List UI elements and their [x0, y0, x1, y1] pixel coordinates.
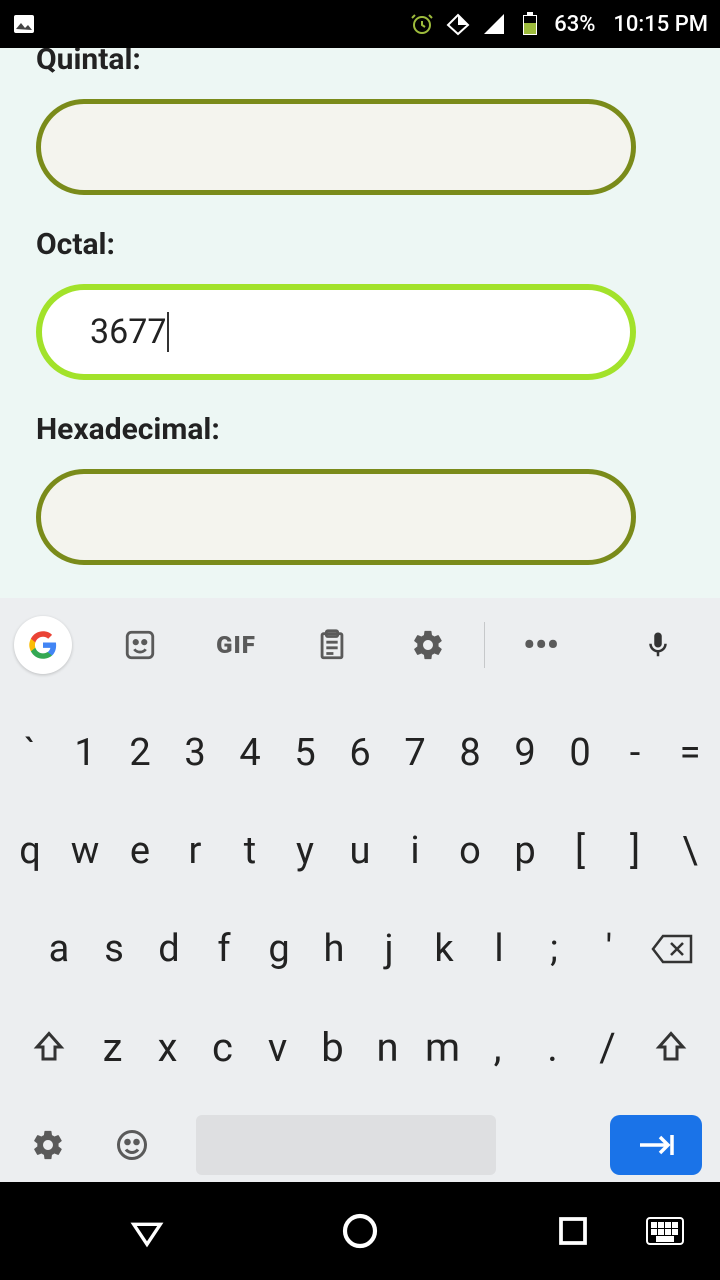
enter-key[interactable] — [610, 1115, 702, 1175]
key-h[interactable]: h — [307, 904, 362, 994]
text-caret — [167, 312, 169, 352]
key-backtick[interactable]: ` — [3, 708, 58, 798]
key-9[interactable]: 9 — [498, 708, 553, 798]
hex-input[interactable] — [36, 469, 636, 565]
navigation-bar — [0, 1182, 720, 1280]
octal-value: 3677 — [90, 312, 166, 352]
key-4[interactable]: 4 — [223, 708, 278, 798]
sticker-icon[interactable] — [92, 613, 188, 677]
key-d[interactable]: d — [142, 904, 197, 994]
octal-input[interactable]: 3677 — [36, 284, 636, 380]
key-3[interactable]: 3 — [168, 708, 223, 798]
key-semicolon[interactable]: ; — [527, 904, 582, 994]
key-b[interactable]: b — [305, 1002, 360, 1092]
recent-button[interactable] — [548, 1206, 598, 1256]
keyboard-row-3: a s d f g h j k l ; ' — [0, 900, 720, 998]
key-o[interactable]: o — [443, 806, 498, 896]
key-minus[interactable]: - — [608, 708, 663, 798]
keyboard-toolbar: GIF ••• — [0, 598, 720, 692]
status-bar: 63% 10:15 PM — [0, 0, 720, 48]
gif-button[interactable]: GIF — [188, 613, 284, 677]
back-button[interactable] — [122, 1206, 172, 1256]
keyboard-settings-icon[interactable] — [18, 1100, 78, 1190]
key-k[interactable]: k — [417, 904, 472, 994]
key-n[interactable]: n — [360, 1002, 415, 1092]
key-s[interactable]: s — [87, 904, 142, 994]
image-icon — [12, 12, 36, 36]
key-l[interactable]: l — [472, 904, 527, 994]
mic-icon[interactable] — [610, 613, 706, 677]
signal-icon — [482, 12, 506, 36]
battery-text: 63% — [554, 12, 595, 37]
hex-label: Hexadecimal: — [36, 412, 684, 447]
settings-icon[interactable] — [380, 613, 476, 677]
key-z[interactable]: z — [85, 1002, 140, 1092]
emoji-icon[interactable] — [102, 1100, 162, 1190]
keyboard: GIF ••• ` 1 2 3 4 5 6 7 8 9 0 - = — [0, 598, 720, 1182]
keyboard-row-4: z x c v b n m , . / — [0, 998, 720, 1096]
key-q[interactable]: q — [3, 806, 58, 896]
keyboard-switch-icon[interactable] — [640, 1206, 690, 1256]
toolbar-separator — [484, 622, 485, 668]
key-v[interactable]: v — [250, 1002, 305, 1092]
clipboard-icon[interactable] — [284, 613, 380, 677]
key-e[interactable]: e — [113, 806, 168, 896]
clock-text: 10:15 PM — [613, 12, 708, 37]
backspace-key[interactable] — [637, 904, 709, 994]
key-x[interactable]: x — [140, 1002, 195, 1092]
key-r[interactable]: r — [168, 806, 223, 896]
octal-label: Octal: — [36, 227, 684, 262]
key-equals[interactable]: = — [663, 708, 718, 798]
key-m[interactable]: m — [415, 1002, 470, 1092]
keyboard-row-2: q w e r t y u i o p [ ] \ — [0, 802, 720, 900]
key-bracket-left[interactable]: [ — [553, 806, 608, 896]
key-period[interactable]: . — [525, 1002, 580, 1092]
key-5[interactable]: 5 — [278, 708, 333, 798]
more-icon[interactable]: ••• — [493, 613, 589, 677]
alarm-icon — [410, 12, 434, 36]
key-u[interactable]: u — [333, 806, 388, 896]
key-quote[interactable]: ' — [582, 904, 637, 994]
key-backslash[interactable]: \ — [663, 806, 718, 896]
battery-icon — [518, 12, 542, 36]
key-f[interactable]: f — [197, 904, 252, 994]
key-1[interactable]: 1 — [58, 708, 113, 798]
key-g[interactable]: g — [252, 904, 307, 994]
key-bracket-right[interactable]: ] — [608, 806, 663, 896]
key-j[interactable]: j — [362, 904, 417, 994]
key-c[interactable]: c — [195, 1002, 250, 1092]
key-w[interactable]: w — [58, 806, 113, 896]
home-button[interactable] — [335, 1206, 385, 1256]
key-p[interactable]: p — [498, 806, 553, 896]
shift-key-right[interactable] — [635, 1002, 707, 1092]
key-0[interactable]: 0 — [553, 708, 608, 798]
keyboard-bottom-row — [0, 1096, 720, 1194]
keyboard-row-1: ` 1 2 3 4 5 6 7 8 9 0 - = — [0, 704, 720, 802]
wifi-icon — [446, 12, 470, 36]
key-2[interactable]: 2 — [113, 708, 168, 798]
key-6[interactable]: 6 — [333, 708, 388, 798]
key-i[interactable]: i — [388, 806, 443, 896]
shift-key-left[interactable] — [13, 1002, 85, 1092]
key-slash[interactable]: / — [580, 1002, 635, 1092]
quintal-label: Quintal: — [36, 48, 684, 77]
quintal-input[interactable] — [36, 99, 636, 195]
key-comma[interactable]: , — [470, 1002, 525, 1092]
spacebar[interactable] — [196, 1115, 496, 1175]
key-y[interactable]: y — [278, 806, 333, 896]
key-8[interactable]: 8 — [443, 708, 498, 798]
key-7[interactable]: 7 — [388, 708, 443, 798]
key-t[interactable]: t — [223, 806, 278, 896]
app-content: Quintal: Octal: 3677 Hexadecimal: — [0, 48, 720, 598]
google-icon[interactable] — [14, 616, 72, 674]
key-a[interactable]: a — [32, 904, 87, 994]
